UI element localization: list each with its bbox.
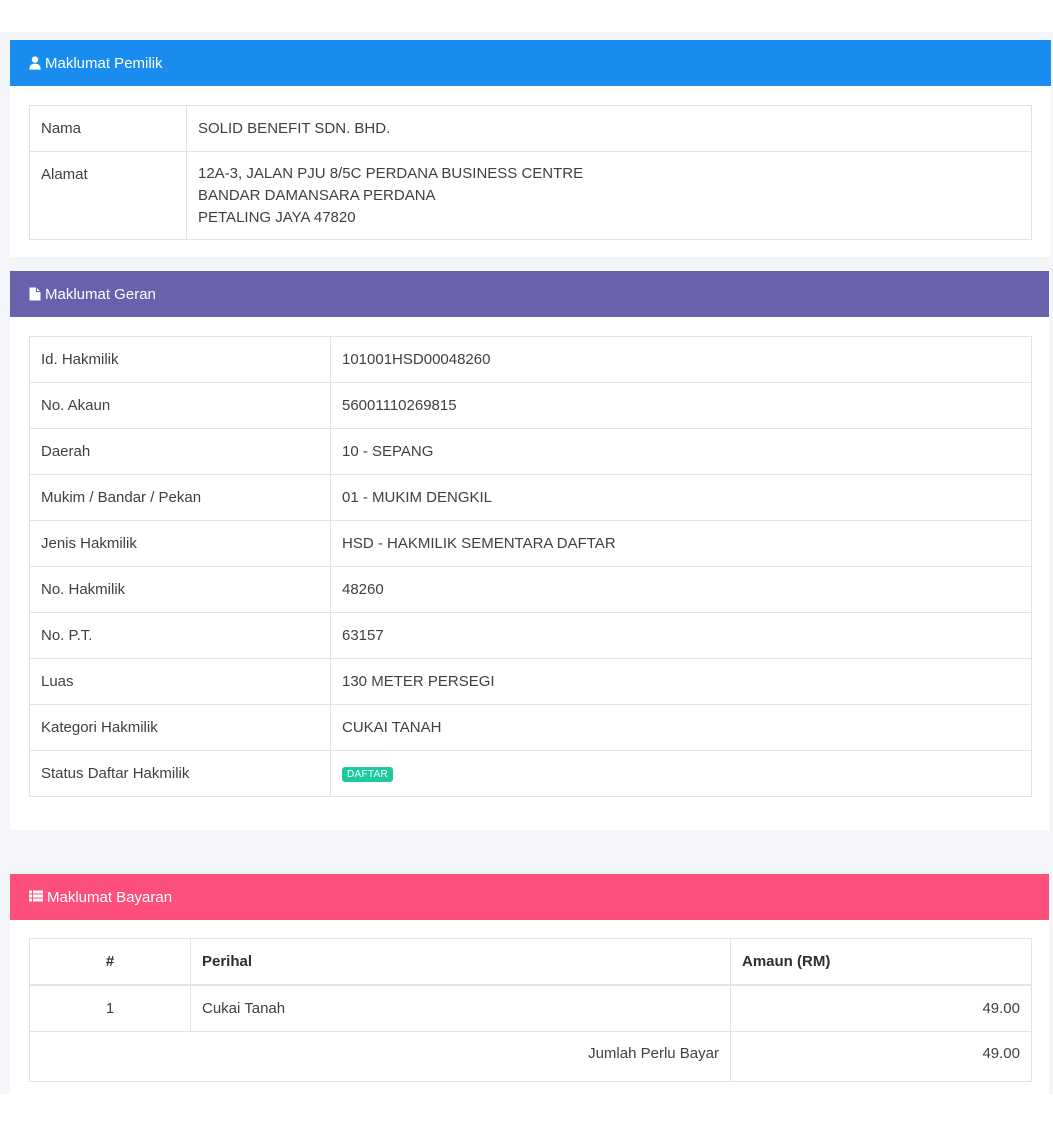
table-row: Jenis Hakmilik HSD - HAKMILIK SEMENTARA D… [29,520,1032,567]
table-row: Alamat 12A-3, JALAN PJU 8/5C PERDANA BUS… [29,151,1032,240]
grant-row-value: 48260 [330,566,1032,613]
payment-table: # Perihal Amaun (RM) 1 Cukai Tanah 49.00 J… [29,938,1032,1082]
table-row: Kategori Hakmilik CUKAI TANAH [29,704,1032,751]
grant-row-value: 01 - MUKIM DENGKIL [330,474,1032,521]
col-header-perihal: Perihal [190,938,731,986]
table-row: No. P.T. 63157 [29,612,1032,659]
grant-panel-title: Maklumat Geran [45,285,156,303]
table-row: Status Daftar Hakmilik DAFTAR [29,750,1032,797]
grant-row-label: No. Hakmilik [29,566,331,613]
nama-value: SOLID BENEFIT SDN. BHD. [186,105,1032,152]
payment-cell-no: 1 [29,984,191,1032]
table-row: 1 Cukai Tanah 49.00 [29,984,1032,1032]
list-icon [29,890,43,904]
alamat-line-1: 12A-3, JALAN PJU 8/5C PERDANA BUSINESS C… [198,165,584,182]
grant-row-value: HSD - HAKMILIK SEMENTARA DAFTAR [330,520,1032,567]
table-row: Nama SOLID BENEFIT SDN. BHD. [29,105,1032,152]
owner-panel-title: Maklumat Pemilik [45,54,163,72]
table-row: Mukim / Bandar / Pekan 01 - MUKIM DENGKIL [29,474,1032,521]
grant-row-value: 10 - SEPANG [330,428,1032,475]
grant-row-label: No. Akaun [29,382,331,429]
table-row: Daerah 10 - SEPANG [29,428,1032,475]
total-value: 49.00 [730,1031,1032,1082]
owner-panel-header: Maklumat Pemilik [10,40,1051,86]
status-value: DAFTAR [330,750,1032,797]
alamat-label: Alamat [29,151,187,240]
payment-cell-amaun: 49.00 [730,984,1032,1032]
grant-panel-header: Maklumat Geran [10,271,1049,317]
grant-table: Id. Hakmilik 101001HSD00048260 No. Akaun 56… [29,336,1032,797]
status-badge: DAFTAR [342,766,394,782]
grant-panel: Maklumat Geran Id. Hakmilik 101001HSD0004… [10,271,1049,830]
grant-row-value: 56001110269815 [330,382,1032,429]
grant-row-value: 63157 [330,612,1032,659]
grant-row-value: 101001HSD00048260 [330,336,1032,383]
grant-row-label: Jenis Hakmilik [29,520,331,567]
payment-cell-perihal: Cukai Tanah [190,984,731,1032]
table-row: No. Akaun 56001110269815 [29,382,1032,429]
nama-label: Nama [29,105,187,152]
grant-row-label: Kategori Hakmilik [29,704,331,751]
table-row: No. Hakmilik 48260 [29,566,1032,613]
user-icon [29,56,41,70]
owner-panel: Maklumat Pemilik Nama SOLID BENEFIT SDN.… [10,40,1051,257]
table-row: Id. Hakmilik 101001HSD00048260 [29,336,1032,383]
status-label: Status Daftar Hakmilik [29,750,331,797]
file-icon [29,287,41,301]
grant-row-label: No. P.T. [29,612,331,659]
alamat-line-3: PETALING JAYA 47820 [198,209,356,226]
total-label: Jumlah Perlu Bayar [29,1031,731,1082]
table-header-row: # Perihal Amaun (RM) [29,938,1032,986]
col-header-no: # [29,938,191,986]
grant-row-label: Id. Hakmilik [29,336,331,383]
grant-row-label: Daerah [29,428,331,475]
alamat-value: 12A-3, JALAN PJU 8/5C PERDANA BUSINESS C… [186,151,1032,240]
grant-row-value: CUKAI TANAH [330,704,1032,751]
col-header-amaun: Amaun (RM) [730,938,1032,986]
grant-row-value: 130 METER PERSEGI [330,658,1032,705]
alamat-line-2: BANDAR DAMANSARA PERDANA [198,187,436,204]
payment-panel-header: Maklumat Bayaran [10,874,1049,920]
table-row: Luas 130 METER PERSEGI [29,658,1032,705]
payment-panel: Maklumat Bayaran # Perihal Amaun (RM) 1C… [10,874,1049,1094]
grant-row-label: Mukim / Bandar / Pekan [29,474,331,521]
owner-table: Nama SOLID BENEFIT SDN. BHD. Alamat 12A-… [29,105,1032,240]
total-row: Jumlah Perlu Bayar 49.00 [29,1031,1032,1082]
payment-panel-title: Maklumat Bayaran [47,888,173,906]
grant-row-label: Luas [29,658,331,705]
